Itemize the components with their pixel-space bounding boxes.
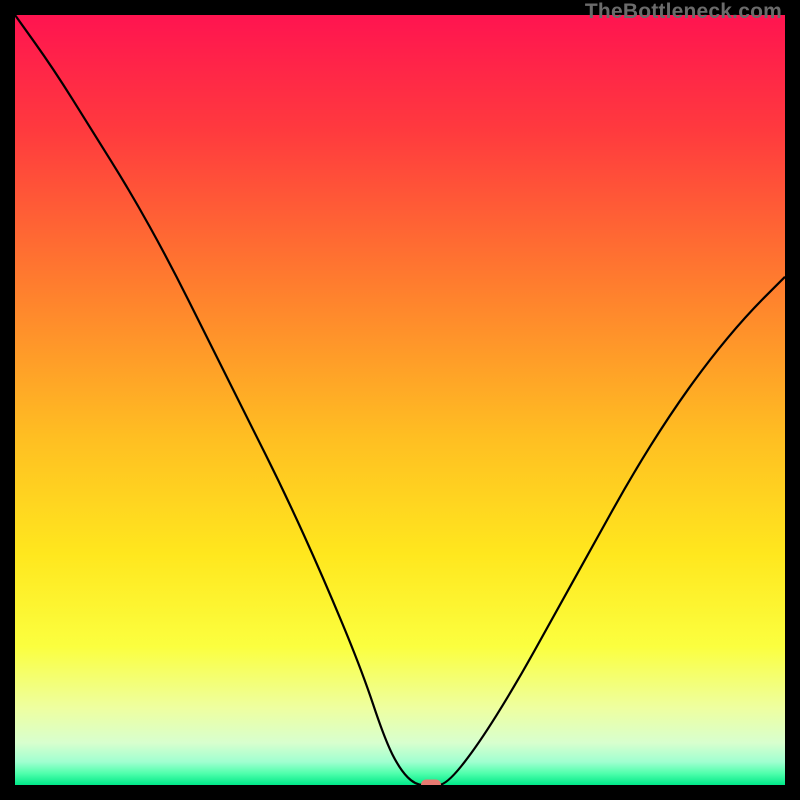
plot-area — [15, 15, 785, 785]
bottleneck-curve — [15, 15, 785, 785]
bottleneck-chart: TheBottleneck.com — [0, 0, 800, 800]
watermark-text: TheBottleneck.com — [585, 0, 782, 24]
optimal-point-marker — [421, 780, 441, 786]
